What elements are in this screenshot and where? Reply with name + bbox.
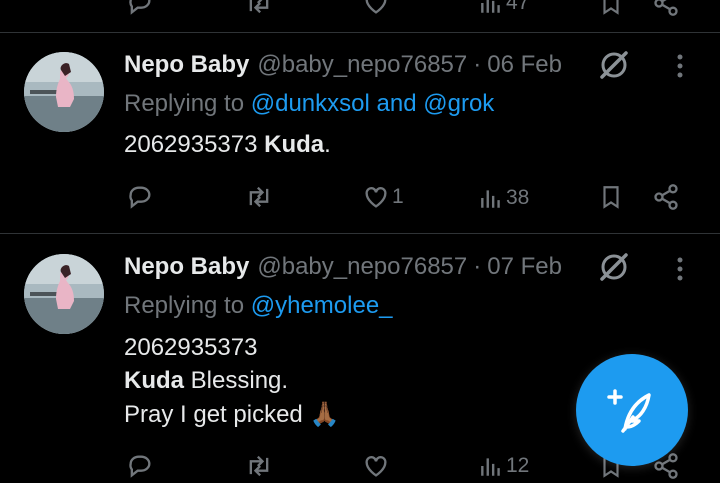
views-button[interactable]: 38 <box>478 181 529 215</box>
share-icon <box>654 184 678 210</box>
replying-prefix: Replying to <box>124 292 245 319</box>
reply-button[interactable] <box>126 180 154 214</box>
user-handle[interactable]: @baby_nepo76857 <box>257 51 467 79</box>
text-bold: Kuda <box>124 367 184 394</box>
display-name[interactable]: Nepo Baby <box>124 51 249 79</box>
bar-chart-icon <box>481 458 500 476</box>
pray-emoji: 🙏🏾 <box>309 401 340 428</box>
like-button[interactable]: 1 <box>362 180 404 214</box>
bookmark-icon <box>603 186 619 209</box>
retweet-icon <box>249 455 269 477</box>
bookmark-icon <box>603 0 619 15</box>
text-plain: Blessing. <box>190 367 289 394</box>
avatar[interactable] <box>24 52 104 132</box>
retweet-button[interactable] <box>244 180 274 214</box>
reply-icon <box>129 186 151 209</box>
separator-dot: · <box>473 253 482 280</box>
mention-link[interactable]: @yhemolee_ <box>251 292 393 319</box>
tweet-header: Nepo Baby @baby_nepo76857 · 07 Feb <box>124 252 562 282</box>
tweet-text-line-3: Pray I get picked 🙏🏾 <box>124 400 339 429</box>
bar-chart-icon <box>481 190 500 208</box>
grok-icon <box>600 51 628 79</box>
share-button[interactable] <box>652 0 680 20</box>
feather-plus-icon <box>607 389 651 433</box>
text-number: 2062935373 <box>124 334 258 361</box>
bookmark-button[interactable] <box>598 0 624 20</box>
bar-chart-icon <box>481 0 500 13</box>
text-suffix: . <box>324 131 331 158</box>
like-button[interactable] <box>362 0 390 20</box>
tweet-text-line-1: 2062935373 <box>124 334 257 362</box>
avatar-photo <box>24 254 104 334</box>
text-number: 2062935373 <box>124 131 258 158</box>
retweet-button[interactable] <box>244 0 274 20</box>
tweet-date[interactable]: 07 Feb <box>487 253 562 281</box>
tweet-text: 2062935373 Kuda. <box>124 131 331 159</box>
views-button[interactable]: 12 <box>478 449 529 483</box>
share-icon <box>654 0 678 16</box>
grok-button[interactable] <box>596 47 632 83</box>
share-button[interactable] <box>652 180 680 214</box>
more-vertical-icon <box>677 54 683 78</box>
heart-icon <box>365 456 387 477</box>
tweet-header: Nepo Baby @baby_nepo76857 · 06 Feb <box>124 50 562 80</box>
like-count: 1 <box>392 185 404 208</box>
compose-post-button[interactable] <box>576 354 688 466</box>
tweet[interactable]: Nepo Baby @baby_nepo76857 · 06 Feb Reply… <box>0 33 720 233</box>
avatar-photo <box>24 52 104 132</box>
replying-to: Replying to @yhemolee_ <box>124 292 393 320</box>
replying-prefix: Replying to <box>124 90 245 117</box>
avatar[interactable] <box>24 254 104 334</box>
more-options-button[interactable] <box>668 51 692 81</box>
previous-tweet-actions: 47 <box>0 0 720 16</box>
grok-icon <box>600 253 628 281</box>
views-count: 47 <box>506 0 530 14</box>
bookmark-button[interactable] <box>598 180 624 214</box>
retweet-icon <box>249 0 269 14</box>
like-button[interactable] <box>362 449 390 483</box>
reply-icon <box>129 0 151 15</box>
reply-button[interactable] <box>126 0 154 20</box>
grok-button[interactable] <box>596 249 632 285</box>
text-plain: Pray I get picked <box>124 401 303 428</box>
heart-icon <box>365 0 387 14</box>
replying-to: Replying to @dunkxsol and @grok <box>124 90 494 118</box>
text-bold: Kuda <box>264 131 325 158</box>
separator-dot: · <box>473 51 482 78</box>
heart-icon <box>365 187 387 208</box>
user-handle[interactable]: @baby_nepo76857 <box>257 253 467 281</box>
more-vertical-icon <box>677 257 683 281</box>
views-count: 12 <box>506 454 530 477</box>
tweet-text-line-2: Kuda Blessing. <box>124 367 288 395</box>
mention-link[interactable]: @dunkxsol <box>251 90 370 117</box>
views-count: 38 <box>506 186 530 209</box>
tweet-date[interactable]: 06 Feb <box>487 51 562 79</box>
replying-and[interactable]: and <box>377 90 417 117</box>
more-options-button[interactable] <box>668 254 692 284</box>
retweet-button[interactable] <box>244 449 274 483</box>
reply-icon <box>129 455 151 478</box>
views-button[interactable]: 47 <box>478 0 529 20</box>
display-name[interactable]: Nepo Baby <box>124 253 249 281</box>
mention-link[interactable]: @grok <box>423 90 494 117</box>
reply-button[interactable] <box>126 449 154 483</box>
retweet-icon <box>249 186 269 208</box>
